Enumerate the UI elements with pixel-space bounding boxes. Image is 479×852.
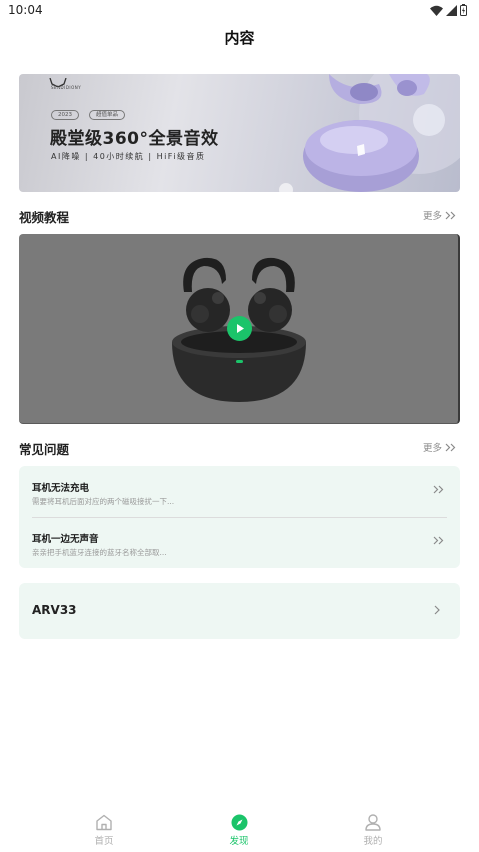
tab-discover-label: 发现 xyxy=(229,836,249,847)
video-section-title: 视频教程 xyxy=(19,210,70,225)
promo-banner[interactable]: SENDIDIONY 2023 超值单品 殿堂级360°全景音效 AI降噪 | … xyxy=(19,74,460,192)
faq-item-title: 耳机无法充电 xyxy=(32,483,90,494)
status-time: 10:04 xyxy=(8,3,43,17)
banner-pill-year: 2023 xyxy=(51,110,79,120)
device-card[interactable]: ARV33 xyxy=(19,583,460,639)
banner-pill-tag: 超值单品 xyxy=(89,110,126,120)
status-icons xyxy=(430,4,467,16)
signal-icon xyxy=(446,4,457,16)
home-icon xyxy=(96,814,112,831)
banner-headline: 殿堂级360°全景音效 xyxy=(50,129,219,149)
compass-icon xyxy=(231,814,247,831)
banner-brand: SENDIDIONY xyxy=(51,85,82,90)
faq-item-title: 耳机一边无声音 xyxy=(32,534,99,545)
bottom-tab-bar: 首页 发现 我的 xyxy=(0,808,479,852)
faq-item-desc: 需要将耳机后面对应的两个磁吸接扰一下... xyxy=(32,497,175,506)
faq-list: 耳机无法充电 需要将耳机后面对应的两个磁吸接扰一下... 耳机一边无声音 亲亲把… xyxy=(19,466,460,568)
faq-item[interactable]: 耳机无法充电 需要将耳机后面对应的两个磁吸接扰一下... xyxy=(19,466,460,516)
double-chevron-right-icon xyxy=(433,485,444,494)
faq-section-title: 常见问题 xyxy=(19,442,70,457)
tab-home-label: 首页 xyxy=(94,836,114,847)
faq-section-header: 常见问题 更多 xyxy=(19,437,460,457)
status-bar: 10:04 xyxy=(0,0,479,22)
faq-item-desc: 亲亲把手机蓝牙连接的蓝牙名称全部取... xyxy=(32,548,167,557)
play-button[interactable] xyxy=(227,316,252,341)
earbuds-product-image xyxy=(279,74,460,192)
tab-profile-label: 我的 xyxy=(363,836,383,847)
device-name: ARV33 xyxy=(32,603,77,617)
tab-discover[interactable]: 发现 xyxy=(209,814,269,847)
banner-subline: AI降噪 | 40小时续航 | HiFi级音质 xyxy=(51,152,206,161)
play-icon xyxy=(236,324,244,333)
faq-more-label: 更多 xyxy=(422,443,442,454)
video-more-link[interactable]: 更多 xyxy=(423,208,456,222)
tab-profile[interactable]: 我的 xyxy=(343,814,403,847)
person-icon xyxy=(365,814,381,831)
battery-icon xyxy=(460,4,467,16)
double-chevron-right-icon xyxy=(433,536,444,545)
faq-item[interactable]: 耳机一边无声音 亲亲把手机蓝牙连接的蓝牙名称全部取... xyxy=(19,517,460,567)
wifi-icon xyxy=(430,5,443,16)
double-chevron-right-icon xyxy=(445,443,456,451)
double-chevron-right-icon xyxy=(445,211,456,219)
page-title: 内容 xyxy=(224,29,255,47)
faq-more-link[interactable]: 更多 xyxy=(423,440,456,454)
video-tutorial-card[interactable] xyxy=(19,234,460,424)
chevron-right-icon xyxy=(434,605,440,615)
tab-home[interactable]: 首页 xyxy=(74,814,134,847)
video-more-label: 更多 xyxy=(422,211,442,222)
video-section-header: 视频教程 更多 xyxy=(19,205,460,225)
